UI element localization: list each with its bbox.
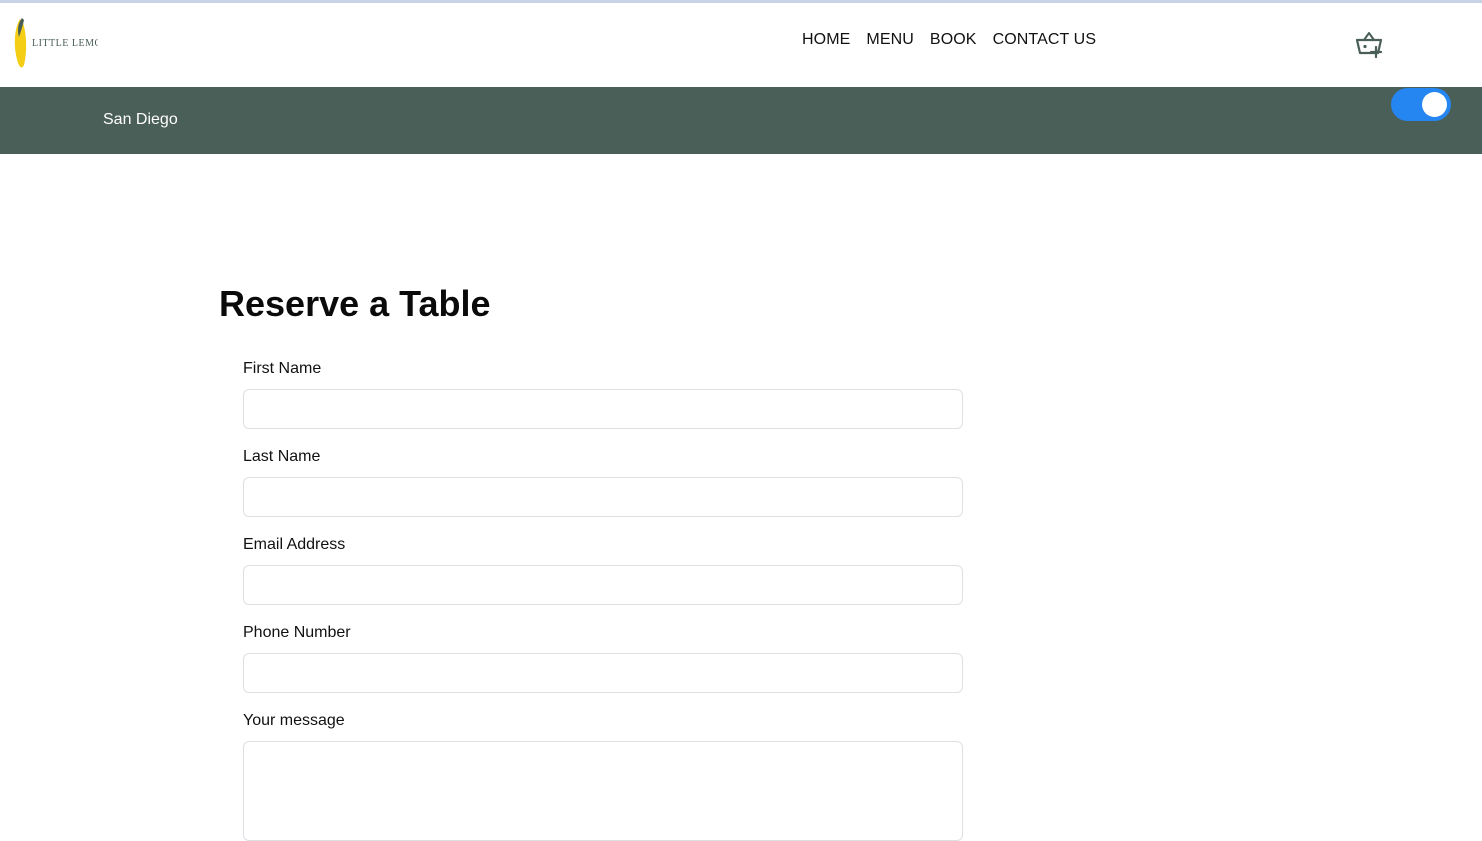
logo-wordmark: LITTLE LEMON bbox=[32, 38, 98, 49]
nav-book-link[interactable]: BOOK bbox=[930, 31, 977, 49]
message-textarea[interactable] bbox=[243, 741, 963, 841]
email-label: Email Address bbox=[243, 536, 346, 553]
navbar: LITTLE LEMON HOME MENU BOOK CONTACT US bbox=[0, 3, 1482, 87]
toggle-knob bbox=[1422, 92, 1447, 117]
first-name-label: First Name bbox=[243, 360, 322, 377]
theme-toggle[interactable] bbox=[1391, 88, 1451, 121]
nav-menu-link[interactable]: MENU bbox=[866, 31, 914, 49]
nav-home-link[interactable]: HOME bbox=[802, 31, 850, 49]
page-title: Reserve a Table bbox=[219, 283, 491, 324]
last-name-label: Last Name bbox=[243, 448, 321, 465]
main-nav: HOME MENU BOOK CONTACT US bbox=[802, 31, 1096, 49]
basket-add-icon[interactable] bbox=[1354, 29, 1384, 59]
email-input[interactable] bbox=[243, 565, 963, 605]
nav-contact-link[interactable]: CONTACT US bbox=[993, 31, 1097, 49]
message-label: Your message bbox=[243, 712, 345, 729]
first-name-input[interactable] bbox=[243, 389, 963, 429]
little-lemon-logo[interactable]: LITTLE LEMON bbox=[12, 15, 98, 71]
phone-label: Phone Number bbox=[243, 624, 351, 641]
phone-input[interactable] bbox=[243, 653, 963, 693]
last-name-input[interactable] bbox=[243, 477, 963, 517]
location-banner: San Diego bbox=[0, 87, 1482, 154]
city-label: San Diego bbox=[103, 111, 178, 128]
lemon-logo-icon: LITTLE LEMON bbox=[14, 18, 98, 68]
